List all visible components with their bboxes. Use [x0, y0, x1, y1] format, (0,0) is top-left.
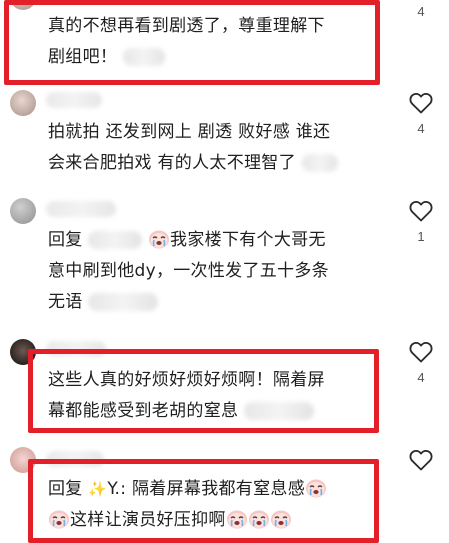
like-count: 4 [417, 121, 425, 136]
crying-face-icon [270, 509, 292, 529]
crying-face-icon [48, 509, 70, 529]
blurred-reply-target [88, 231, 143, 249]
crying-face-icon [248, 509, 270, 529]
crying-face-icon [148, 229, 170, 249]
heart-outline-icon [409, 200, 433, 222]
comment-text: 回复 我家楼下有个大哥无 意中刷到他dy，一次性发了五十多条 无语 [48, 229, 329, 312]
avatar[interactable] [10, 90, 36, 116]
username-blurred[interactable] [46, 201, 116, 217]
like-count: 1 [417, 229, 425, 244]
username-blurred[interactable] [46, 92, 102, 108]
blurred-content [122, 48, 165, 66]
heart-outline-icon [409, 92, 433, 114]
comment-text: 真的不想再看到剧透了，尊重理解下 剧组吧！ [48, 16, 325, 67]
heart-outline-icon [409, 341, 433, 363]
like-count: 4 [417, 370, 425, 385]
like-button[interactable] [408, 449, 434, 478]
blurred-content [88, 293, 159, 311]
like-button[interactable]: 4 [408, 341, 434, 385]
like-button[interactable]: 4 [408, 92, 434, 136]
like-button[interactable]: 4 [408, 0, 434, 19]
crying-face-icon [226, 509, 248, 529]
comment-text: 这些人真的好烦好烦好烦啊！隔着屏 幕都能感受到老胡的窒息 [48, 370, 325, 421]
heart-outline-icon [409, 449, 433, 471]
blurred-content [301, 154, 338, 172]
like-button[interactable]: 1 [408, 200, 434, 244]
comment-text: 拍就拍 还发到网上 剧透 败好感 谁还 会来合肥拍戏 有的人太不理智了 [48, 117, 378, 179]
sparkle-icon: ✨ [88, 480, 108, 498]
crying-face-icon [305, 478, 327, 498]
comment-text: 回复 ✨Y.: 隔着屏幕我都有窒息感 这样让演员好压抑啊 [48, 474, 378, 536]
like-count: 4 [417, 4, 425, 19]
blurred-content [244, 402, 315, 420]
avatar[interactable] [10, 198, 36, 224]
